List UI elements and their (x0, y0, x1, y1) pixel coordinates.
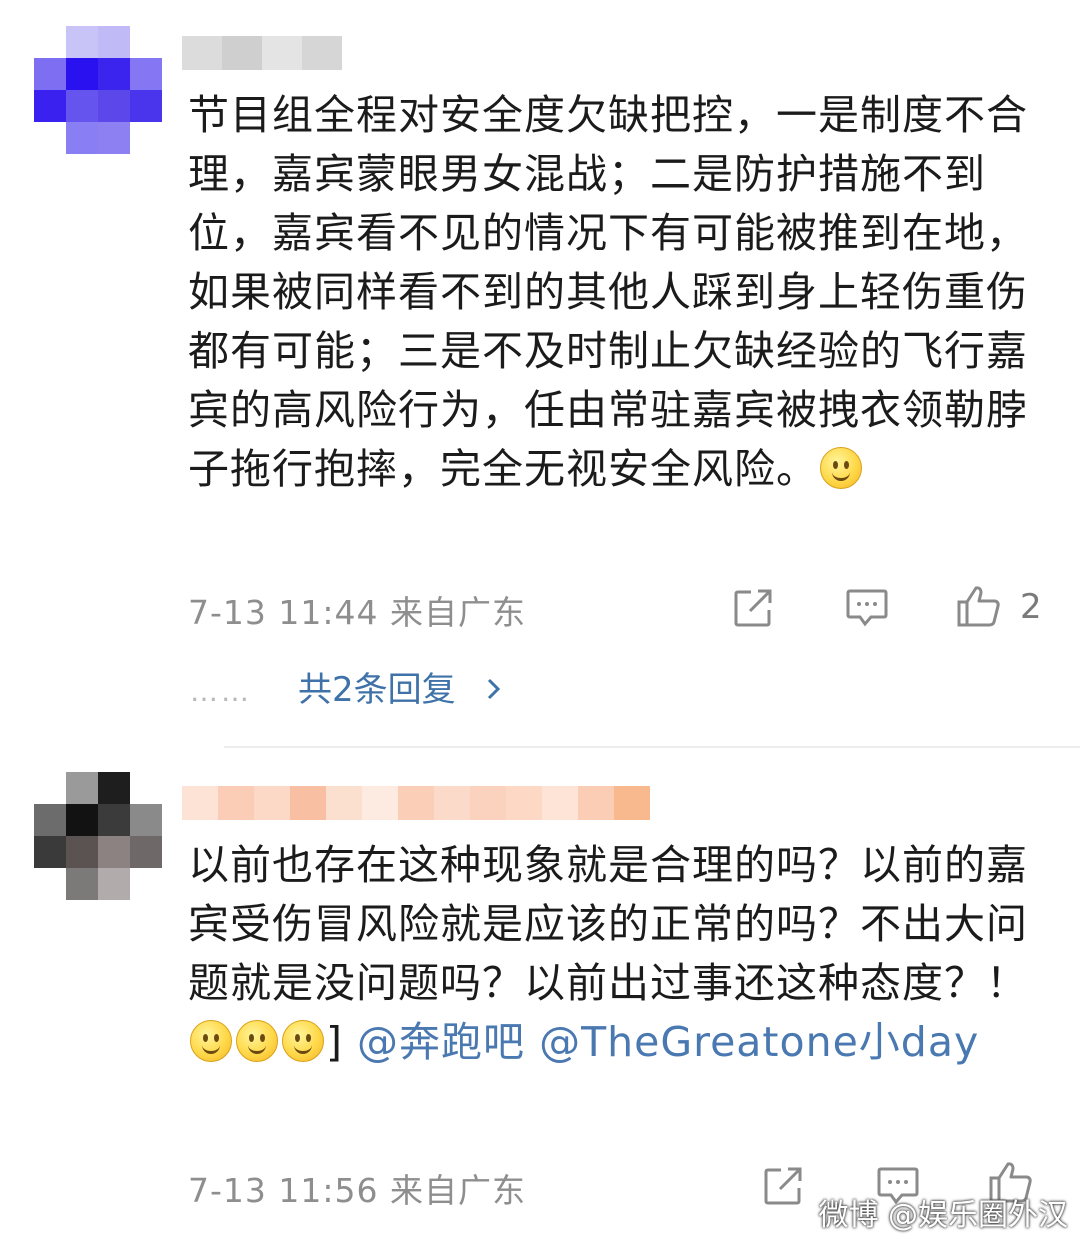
comment-text: 以前也存在这种现象就是合理的吗？以前的嘉宾受伤冒风险就是应该的正常的吗？不出大问… (188, 836, 1058, 1072)
smile-emoji (282, 1020, 324, 1062)
comment-text: 节目组全程对安全度欠缺把控，一是制度不合理，嘉宾蒙眼男女混战；二是防护措施不到位… (188, 86, 1058, 499)
like-count: 2 (1020, 587, 1042, 627)
share-icon[interactable] (732, 587, 774, 629)
username-blurred[interactable] (182, 786, 650, 820)
view-replies-link[interactable]: …… 共2条回复 (190, 662, 504, 711)
smile-emoji (820, 447, 862, 489)
comment-meta: 7-13 11:56 来自广东 (188, 1171, 526, 1210)
comment-meta: 7-13 11:44 来自广东 (188, 593, 526, 632)
replies-label[interactable]: 共2条回复 (298, 670, 456, 710)
comment-icon[interactable] (845, 587, 889, 629)
smile-emoji (236, 1020, 278, 1062)
username-blurred[interactable] (182, 36, 342, 70)
bracket-text: ] (326, 1018, 343, 1066)
smile-emoji (190, 1020, 232, 1062)
comment-body: 以前也存在这种现象就是合理的吗？以前的嘉宾受伤冒风险就是应该的正常的吗？不出大问… (188, 841, 1028, 1007)
chevron-right-icon (488, 678, 501, 700)
avatar[interactable] (34, 26, 162, 154)
comment-1: 节目组全程对安全度欠缺把控，一是制度不合理，嘉宾蒙眼男女混战；二是防护措施不到位… (0, 0, 1080, 746)
avatar[interactable] (34, 772, 162, 900)
mention-link[interactable]: @奔跑吧 (357, 1018, 525, 1066)
like-icon[interactable] (956, 584, 1002, 628)
mention-link[interactable]: @TheGreatone小day (539, 1018, 979, 1066)
comment-body: 节目组全程对安全度欠缺把控，一是制度不合理，嘉宾蒙眼男女混战；二是防护措施不到位… (188, 91, 1028, 493)
share-icon[interactable] (762, 1165, 804, 1207)
comment-2: 以前也存在这种现象就是合理的吗？以前的嘉宾受伤冒风险就是应该的正常的吗？不出大问… (0, 748, 1080, 1242)
watermark: 微博 @娱乐圈外汉 (818, 1198, 1068, 1233)
replies-dots: …… (190, 675, 252, 708)
